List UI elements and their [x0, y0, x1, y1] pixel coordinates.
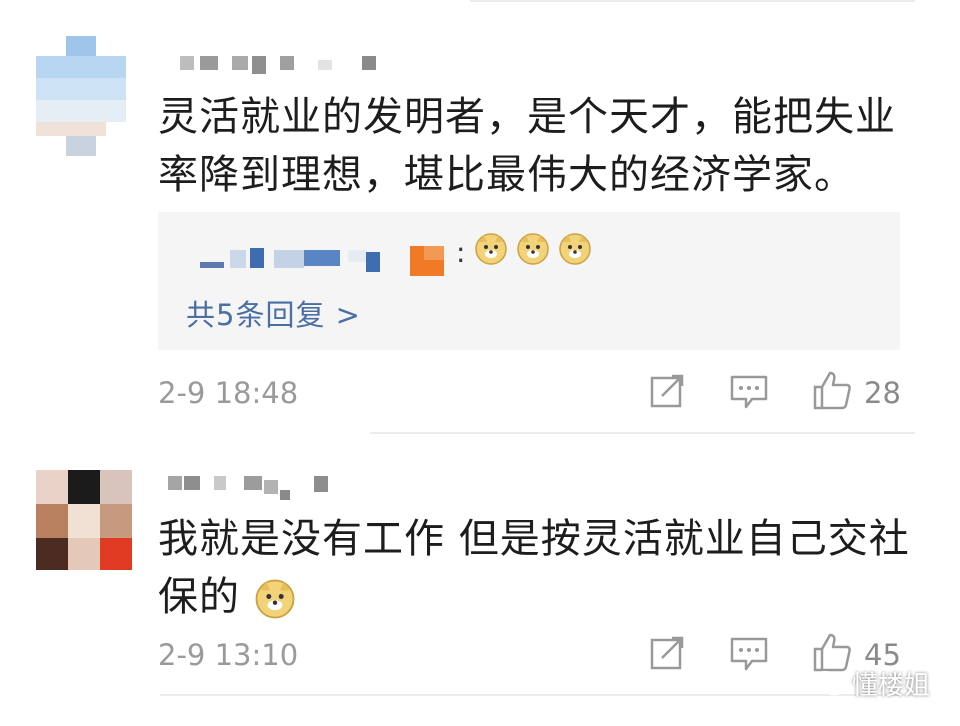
- reply-user-blurred: [200, 242, 460, 276]
- watermark-text: 懂楼姐: [851, 671, 930, 701]
- comment-text: 我就是没有工作 但是按灵活就业自己交社 保的: [158, 510, 918, 626]
- share-icon[interactable]: [650, 636, 686, 670]
- comment-line: 率降到理想，堪比最伟大的经济学家。: [158, 152, 855, 198]
- bottom-divider: [160, 694, 915, 696]
- doge-emoji: [559, 233, 591, 265]
- comment-divider: [370, 432, 915, 434]
- avatar[interactable]: [36, 470, 132, 570]
- wechat-icon: [812, 670, 844, 695]
- comment-timestamp: 2-9 13:10: [158, 638, 299, 672]
- like-count: 28: [864, 376, 901, 410]
- doge-emoji: [475, 233, 507, 265]
- comment-line: 灵活就业的发明者，是个天才，能把失业: [158, 94, 896, 140]
- comment-icon[interactable]: [730, 374, 768, 410]
- comment-text: 灵活就业的发明者，是个天才，能把失业 率降到理想，堪比最伟大的经济学家。: [158, 88, 918, 204]
- comment-line: 保的: [158, 568, 918, 626]
- comment-line-text: 保的: [158, 574, 240, 620]
- username-blurred[interactable]: [168, 476, 338, 500]
- view-replies-link[interactable]: 共5条回复 >: [186, 292, 361, 334]
- share-icon[interactable]: [650, 374, 686, 408]
- comment-line: 我就是没有工作 但是按灵活就业自己交社: [158, 516, 910, 562]
- username-blurred[interactable]: [180, 56, 380, 76]
- thumbs-up-icon[interactable]: [812, 370, 852, 410]
- doge-emoji: [517, 233, 549, 265]
- doge-emoji-row: [474, 232, 592, 266]
- comment-icon[interactable]: [730, 636, 768, 672]
- doge-emoji: [255, 579, 295, 619]
- comment-timestamp: 2-9 18:48: [158, 376, 299, 410]
- watermark: 懂楼姐: [812, 665, 930, 702]
- avatar[interactable]: [36, 36, 126, 156]
- top-divider: [470, 0, 915, 2]
- reply-preview[interactable]: : 共5条回复 >: [158, 212, 900, 350]
